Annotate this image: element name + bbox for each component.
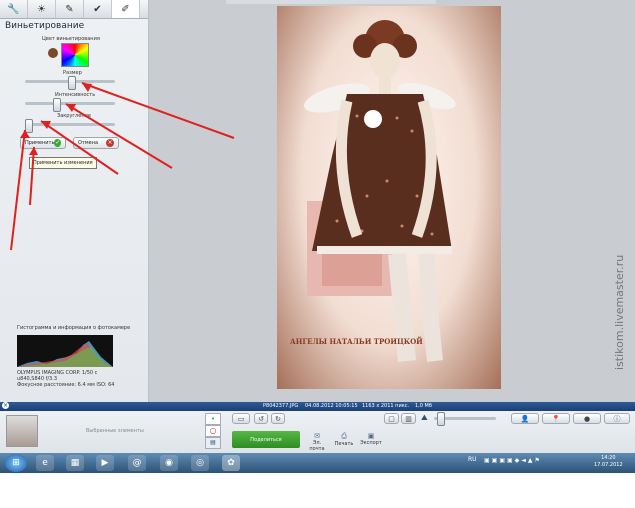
share-button[interactable]: Поделиться [232,431,300,448]
email-label: Эл. почта [309,440,325,452]
email-button[interactable]: ✉ Эл. почта [306,432,328,452]
tag-icon[interactable]: ● [573,413,601,424]
status-filesize: 1,0 Мб [415,403,432,409]
ie-icon[interactable]: e [36,455,54,471]
media-icon[interactable]: ▶ [96,455,114,471]
info-icon[interactable]: ⓘ [604,413,630,424]
pin-green-icon[interactable]: • [205,413,221,425]
export-label: Экспорт [360,440,382,446]
icq-icon[interactable]: @ [128,455,146,471]
arrow-to-apply-2 [29,146,35,206]
folder-icon: ▣ [367,432,375,440]
status-filename: P8042377.JPG [263,403,299,409]
export-button[interactable]: ▣ Экспорт [360,432,382,446]
print-label: Печать [334,441,354,447]
arrow-to-apply-1 [10,129,26,251]
printer-icon: ⎙ [341,432,347,440]
clock-time: 14:20 [601,455,616,461]
rotate-left-icon[interactable]: ↺ [254,413,268,424]
selected-items-label: Выбранные элементы [86,428,144,434]
firefox-icon[interactable]: ◉ [160,455,178,471]
arrow-to-intensity [65,103,173,169]
close-icon[interactable]: × [2,402,9,409]
clock-date: 17.07.2012 [594,462,623,468]
picasa-icon[interactable]: ✿ [222,455,240,471]
view-dropdown-icon[interactable]: ▤ [205,437,221,449]
zoom-icon: ⛰ [421,413,428,422]
pin-icon[interactable]: 📍 [542,413,570,424]
thumbnail[interactable] [6,415,38,447]
explorer-icon[interactable]: ▦ [66,455,84,471]
rotate-right-icon[interactable]: ↻ [271,413,285,424]
status-date: 04.08.2012 10:05:15 [305,403,358,409]
compare-view-icon[interactable]: ▥ [401,413,416,424]
chrome-icon[interactable]: ◎ [191,455,209,471]
arrow-to-size [81,82,235,139]
person-icon[interactable]: 👤 [511,413,539,424]
share-label: Поделиться [250,436,282,443]
print-button[interactable]: ⎙ Печать [334,432,354,447]
circle-red-icon[interactable]: ○ [205,425,221,437]
zoom-slider-thumb[interactable] [437,412,445,426]
watermark: istikom.livemaster.ru [613,254,626,370]
language-indicator[interactable]: RU [468,456,477,463]
frame-icon[interactable]: ▭ [232,413,250,424]
clock[interactable]: 14:20 17.07.2012 [594,455,623,469]
tray-icons[interactable]: ▣▣▣▣◆◄▲⚑ [484,457,542,464]
envelope-icon: ✉ [314,432,320,440]
status-dimensions: 1163 x 2011 пикс. [362,403,410,409]
start-button[interactable]: ⊞ [5,454,27,472]
single-view-icon[interactable]: ▢ [384,413,399,424]
